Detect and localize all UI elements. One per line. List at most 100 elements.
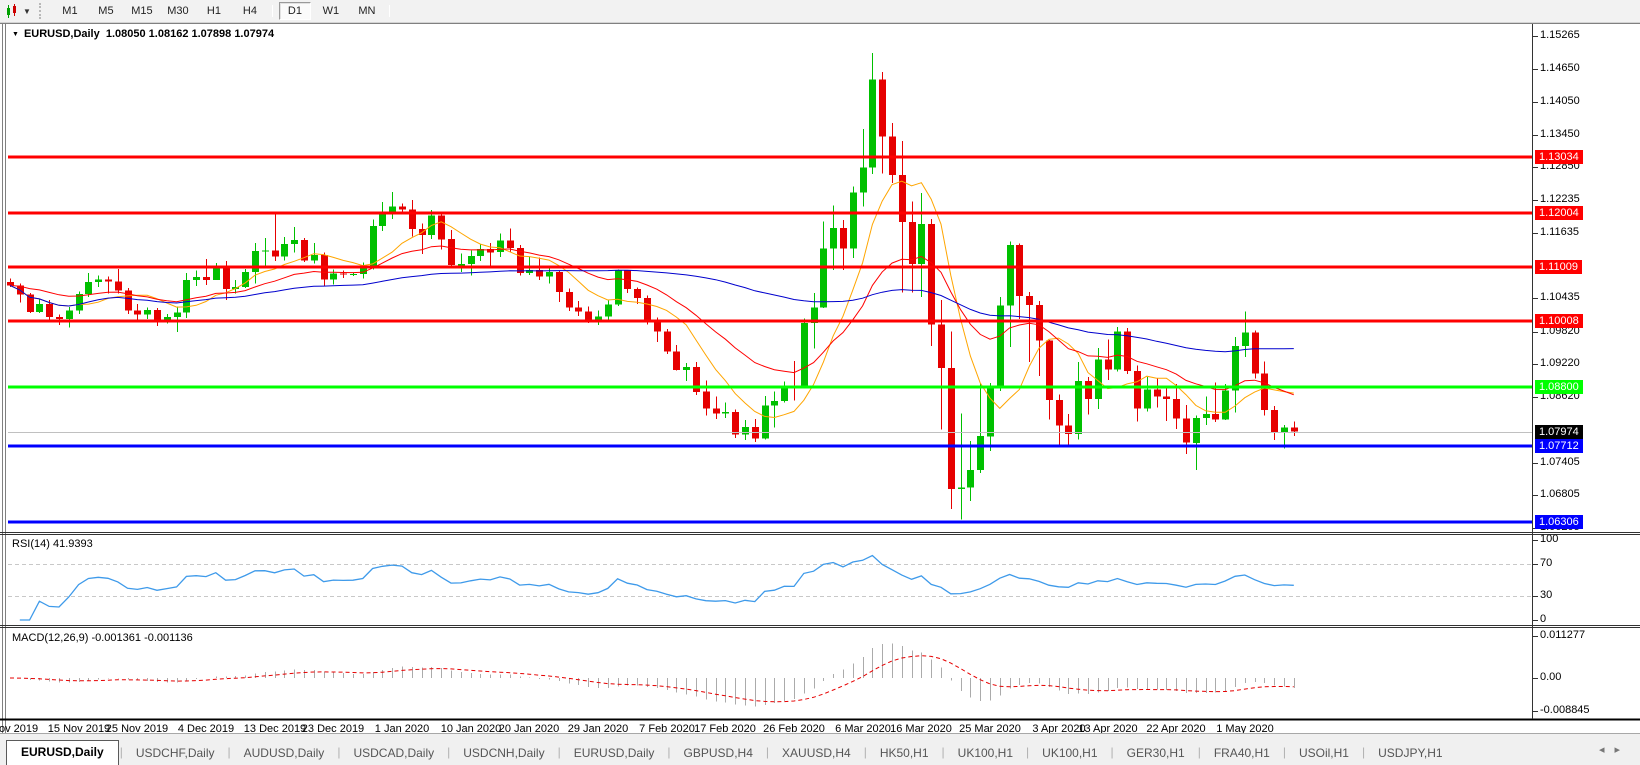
chart-tab-usdchf-daily[interactable]: USDCHF,Daily xyxy=(124,742,227,765)
candle-body xyxy=(7,282,14,285)
candle-body xyxy=(1154,390,1161,397)
candle-body xyxy=(1212,414,1219,419)
toolbar-divider xyxy=(389,5,390,17)
candle-body xyxy=(468,256,475,264)
candle-body xyxy=(252,251,259,272)
timeframe-toolbar: ▼ M1M5M15M30H1H4 D1W1MN xyxy=(0,0,1640,23)
price-axis-tick: 1.06805 xyxy=(1540,488,1580,500)
macd-signal-line xyxy=(10,656,1294,702)
candle-body xyxy=(1007,245,1014,305)
candle-body xyxy=(262,251,269,252)
candle-body xyxy=(703,392,710,409)
candle-body xyxy=(311,255,318,260)
hline-price-tag: 1.13034 xyxy=(1535,150,1583,164)
candle-body xyxy=(634,289,641,298)
candle-body xyxy=(1183,418,1190,442)
chart-tab-usdjpy-h1[interactable]: USDJPY,H1 xyxy=(1366,742,1454,765)
tabs-scroll-left-icon[interactable]: ◂ xyxy=(1599,744,1615,756)
candle-body xyxy=(997,306,1004,387)
timeframe-button-m30[interactable]: M30 xyxy=(162,2,194,20)
candle-body xyxy=(1124,332,1131,372)
timeframe-button-h4[interactable]: H4 xyxy=(234,2,266,20)
candle-body xyxy=(732,412,739,435)
chart-tab-uk100-h1[interactable]: UK100,H1 xyxy=(946,742,1025,765)
price-axis-tick: 1.15265 xyxy=(1540,29,1580,41)
candle-body xyxy=(840,228,847,249)
candle-body xyxy=(458,264,465,265)
chart-tab-eurusd-daily[interactable]: EURUSD,Daily xyxy=(6,740,119,765)
hline-price-tag: 1.11009 xyxy=(1535,260,1582,274)
candle-body xyxy=(722,412,729,414)
rsi-axis-tick: 30 xyxy=(1540,589,1552,601)
toolbar-grip-handle[interactable] xyxy=(39,3,44,19)
timeframe-button-m15[interactable]: M15 xyxy=(126,2,158,20)
chart-tab-xauusd-h4[interactable]: XAUUSD,H4 xyxy=(770,742,863,765)
bid-price-tag: 1.07974 xyxy=(1535,425,1583,439)
candle-body xyxy=(1046,341,1053,400)
timeframe-button-d1[interactable]: D1 xyxy=(279,2,311,20)
price-axis-tick: 1.09220 xyxy=(1540,357,1580,369)
timeframe-button-w1[interactable]: W1 xyxy=(315,2,347,20)
chart-tab-uk100-h1[interactable]: UK100,H1 xyxy=(1030,742,1109,765)
timeframe-button-h1[interactable]: H1 xyxy=(198,2,230,20)
candle-body xyxy=(448,239,455,265)
chart-tab-fra40-h1[interactable]: FRA40,H1 xyxy=(1202,742,1282,765)
macd-indicator-label: MACD(12,26,9) -0.001361 -0.001136 xyxy=(12,632,193,644)
price-chart-canvas[interactable] xyxy=(0,0,1640,764)
candle-body xyxy=(183,280,190,313)
candle-body xyxy=(673,352,680,371)
candle-body xyxy=(967,470,974,487)
chart-symbol-label: EURUSD,Daily xyxy=(24,28,100,40)
candle-body xyxy=(134,310,141,314)
chart-tab-eurusd-daily[interactable]: EURUSD,Daily xyxy=(562,742,667,765)
candle-body xyxy=(281,244,288,257)
window-menu-icon[interactable]: ▼ xyxy=(12,31,19,38)
candle-body xyxy=(1193,418,1200,443)
candle-body xyxy=(771,401,778,405)
candle-body xyxy=(762,405,769,438)
chart-tab-hk50-h1[interactable]: HK50,H1 xyxy=(868,742,941,765)
chart-tab-bar: EURUSD,Daily|USDCHF,Daily|AUDUSD,Daily|U… xyxy=(0,733,1640,765)
candle-body xyxy=(585,311,592,320)
tabs-scroll-arrows: ◂▸ xyxy=(1599,743,1630,756)
candle-body xyxy=(291,240,298,244)
hline-price-tag: 1.12004 xyxy=(1535,206,1583,220)
candle-body xyxy=(1252,333,1259,374)
candle-body xyxy=(272,251,279,257)
chart-tab-ger30-h1[interactable]: GER30,H1 xyxy=(1115,742,1197,765)
chart-tabs: EURUSD,Daily|USDCHF,Daily|AUDUSD,Daily|U… xyxy=(6,739,1455,765)
candle-body xyxy=(575,308,582,312)
candle-body xyxy=(1085,381,1092,399)
rsi-axis-tick: 0 xyxy=(1540,613,1546,625)
candle-body xyxy=(154,310,161,321)
candle-body xyxy=(85,282,92,294)
candle-body xyxy=(1173,399,1180,419)
candle-body xyxy=(438,215,445,239)
timeframe-button-m5[interactable]: M5 xyxy=(90,2,122,20)
candlestick-chart-icon[interactable] xyxy=(5,4,21,19)
candle-body xyxy=(36,304,43,312)
candle-body xyxy=(556,272,563,292)
price-axis-tick: 1.13450 xyxy=(1540,128,1580,140)
candle-body xyxy=(977,436,984,470)
chevron-down-icon[interactable]: ▼ xyxy=(23,7,31,16)
timeframe-button-m1[interactable]: M1 xyxy=(54,2,86,20)
chart-tab-gbpusd-h4[interactable]: GBPUSD,H4 xyxy=(672,742,765,765)
candle-body xyxy=(174,313,181,317)
candle-body xyxy=(242,272,249,287)
candle-body xyxy=(1026,296,1033,305)
candle-body xyxy=(644,298,651,322)
chart-tab-audusd-daily[interactable]: AUDUSD,Daily xyxy=(232,742,337,765)
candle-body xyxy=(1036,305,1043,341)
chart-tab-usoil-h1[interactable]: USOil,H1 xyxy=(1287,742,1361,765)
candle-body xyxy=(1144,390,1151,409)
candle-body xyxy=(144,310,151,315)
chart-tab-usdcnh-daily[interactable]: USDCNH,Daily xyxy=(451,742,556,765)
candle-body xyxy=(330,273,337,279)
candle-body xyxy=(1105,360,1112,370)
tabs-scroll-right-icon[interactable]: ▸ xyxy=(1614,744,1630,756)
candle-body xyxy=(399,207,406,210)
candle-body xyxy=(56,317,63,319)
chart-tab-usdcad-daily[interactable]: USDCAD,Daily xyxy=(341,742,446,765)
timeframe-button-mn[interactable]: MN xyxy=(351,2,383,20)
